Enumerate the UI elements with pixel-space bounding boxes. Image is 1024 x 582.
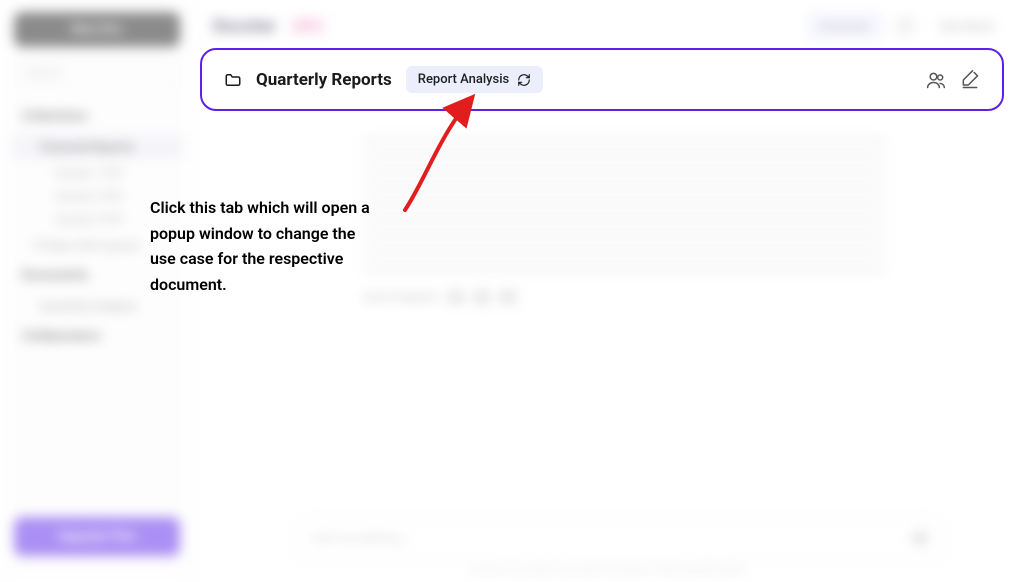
sidebar-item-financial[interactable]: Financial Reports bbox=[10, 134, 184, 160]
download-button[interactable]: Download bbox=[807, 13, 882, 40]
settings-icon[interactable] bbox=[894, 15, 916, 37]
sidebar-search-input[interactable]: Search bbox=[14, 59, 180, 87]
brand-logo: Docster bbox=[213, 16, 276, 37]
chat-input-placeholder: Ask me anything... bbox=[312, 531, 913, 545]
folder-icon bbox=[224, 71, 242, 89]
copy-icon[interactable] bbox=[448, 290, 464, 304]
new-doc-button[interactable]: New Doc bbox=[14, 12, 180, 47]
usecase-tab[interactable]: Report Analysis bbox=[406, 66, 543, 93]
brand-badge: BETA bbox=[288, 18, 328, 35]
thumbs-down-icon[interactable] bbox=[500, 290, 516, 304]
upgrade-button[interactable]: Upgrade Plan bbox=[14, 517, 180, 556]
usecase-label: Report Analysis bbox=[418, 72, 509, 87]
sidebar-subitem[interactable]: Sample 1 PDF bbox=[0, 162, 194, 185]
refresh-icon bbox=[517, 73, 531, 87]
eraser-icon[interactable] bbox=[960, 70, 980, 90]
annotation-callout: Click this tab which will open a popup w… bbox=[150, 195, 380, 297]
user-menu[interactable]: User Name bbox=[928, 14, 1006, 39]
sidebar-section-collections: Collections bbox=[0, 101, 194, 132]
footer-disclaimer: Docster may produce inaccurate informati… bbox=[195, 566, 1024, 576]
topbar: Docster BETA Download User Name bbox=[195, 0, 1024, 52]
document-header: Quarterly Reports Report Analysis bbox=[200, 48, 1004, 111]
content-area: Send Feedback Ask me anything... Docster… bbox=[195, 52, 1024, 582]
thumbs-up-icon[interactable] bbox=[474, 290, 490, 304]
users-icon[interactable] bbox=[926, 70, 946, 90]
document-title: Quarterly Reports bbox=[256, 70, 392, 90]
sidebar-section-collab: Collaborators bbox=[0, 321, 194, 352]
chat-input-bar[interactable]: Ask me anything... bbox=[295, 518, 944, 558]
send-icon[interactable] bbox=[913, 531, 927, 545]
